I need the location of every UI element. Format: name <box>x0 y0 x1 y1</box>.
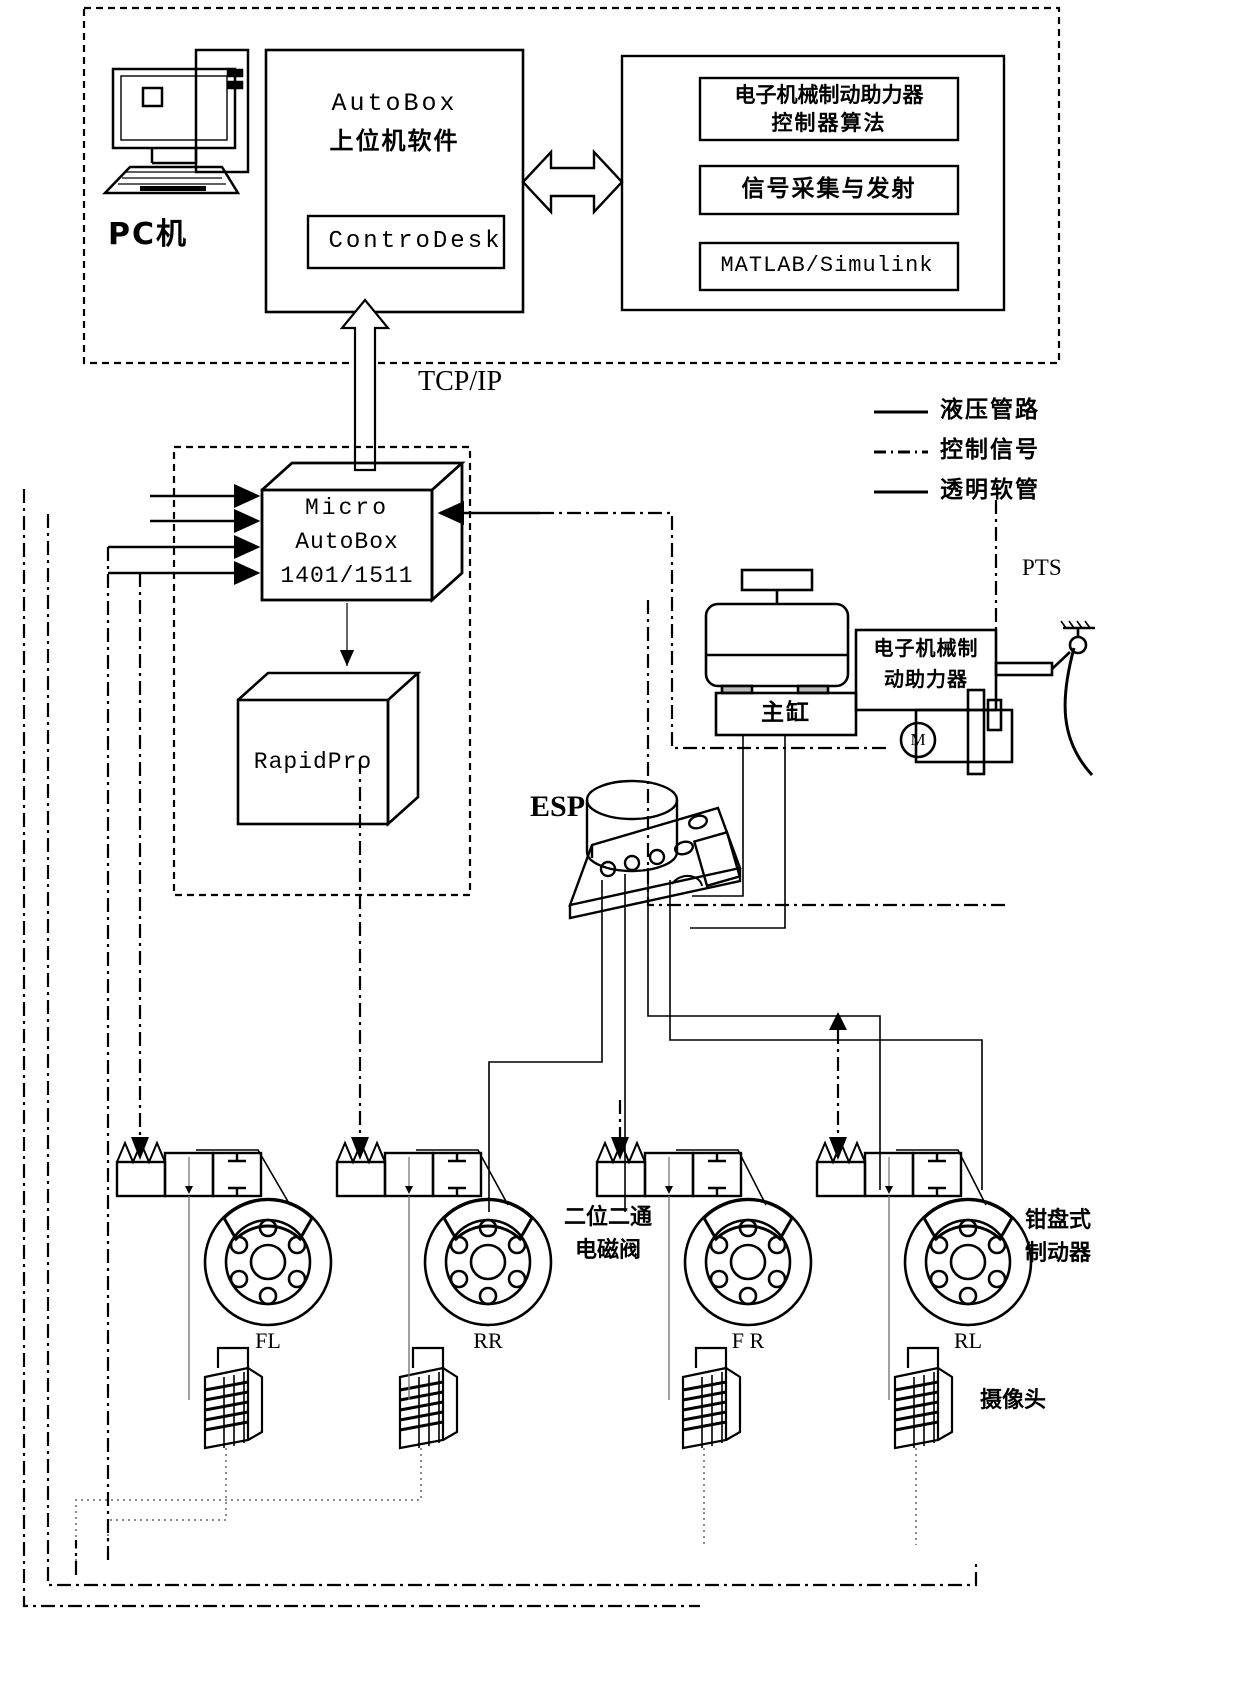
legend-label-hydraulic: 液压管路 <box>940 397 1040 423</box>
caliper-brake-label-line2: 制动器 <box>1024 1241 1091 1266</box>
camera-fr <box>681 1346 742 1450</box>
diagram-canvas: PC机 AutoBox 上位机软件 ControDesk 电子机械制动助力器 控… <box>0 0 1240 1706</box>
signal-acquisition-label: 信号采集与发射 <box>741 176 917 202</box>
emb-booster-label-line1: 电子机械制 <box>873 636 979 660</box>
solenoid-valve-label-line1: 二位二通 <box>563 1205 652 1230</box>
disc-brake-rr <box>423 1197 553 1327</box>
disc-brake-fl <box>203 1197 333 1327</box>
motor-symbol-label: M <box>910 730 926 749</box>
esp-hcu-unit <box>568 779 742 920</box>
bidirectional-hollow-arrow <box>521 148 624 216</box>
rapidpro-label: RapidPro <box>253 749 373 775</box>
esp-label: ESP <box>530 790 586 823</box>
camera-rl <box>893 1346 954 1450</box>
master-cylinder-label: 主缸 <box>761 700 811 726</box>
caliper-brake-label-line1: 钳盘式 <box>1024 1208 1091 1233</box>
brake-fluid-reservoir <box>704 568 850 695</box>
tcpip-hollow-arrow-up <box>339 298 391 472</box>
microautobox-input-arrows <box>108 484 261 585</box>
schematic-vector-layer <box>22 6 1095 1608</box>
camera-fl <box>203 1346 264 1450</box>
micro-autobox-line3: 1401/1511 <box>280 563 414 589</box>
wheel-label-fl: FL <box>255 1328 281 1353</box>
pc-monitor-icon <box>102 48 250 195</box>
controller-algorithm-label-line1: 电子机械制动助力器 <box>734 83 924 107</box>
micro-autobox-line1: Micro <box>304 495 389 521</box>
autobox-title-line1: AutoBox <box>331 89 458 118</box>
micro-autobox-line2: AutoBox <box>295 529 399 555</box>
control-return-arrow <box>829 1012 847 1030</box>
solenoid-valve-group <box>115 1140 963 1198</box>
pc-label: PC机 <box>108 217 189 252</box>
legend-label-control: 控制信号 <box>940 437 1040 463</box>
controdesk-label: ControDesk <box>328 228 503 255</box>
brake-pedal <box>1051 620 1095 777</box>
camera-signal-dotted-lines <box>75 1448 917 1575</box>
wheel-label-rr: RR <box>473 1328 503 1353</box>
wheel-label-fr: F R <box>731 1328 765 1353</box>
disc-brake-fr <box>683 1197 813 1327</box>
wheel-label-rl: RL <box>953 1328 983 1353</box>
legend-label-hose: 透明软管 <box>940 477 1040 503</box>
camera-group <box>203 1346 954 1450</box>
emb-booster-label-line2: 动助力器 <box>884 667 968 691</box>
controller-algorithm-label-line2: 控制器算法 <box>771 111 887 135</box>
matlab-simulink-label: MATLAB/Simulink <box>720 253 934 278</box>
pts-label: PTS <box>1022 555 1062 580</box>
solenoid-valve-label-line2: 电磁阀 <box>574 1238 641 1263</box>
tcpip-label: TCP/IP <box>418 366 503 397</box>
camera-label: 摄像头 <box>980 1388 1047 1413</box>
autobox-title-line2: 上位机软件 <box>329 127 460 155</box>
